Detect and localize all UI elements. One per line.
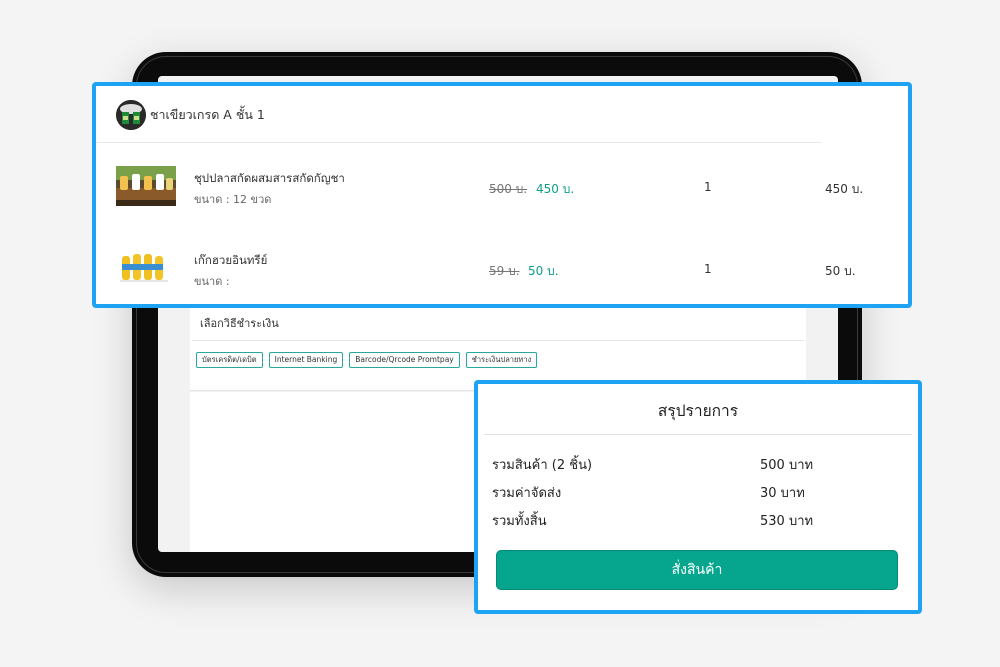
item-total: 50 บ. (825, 264, 856, 278)
product-size: ขนาด : (194, 275, 230, 288)
original-price: 500 บ. (489, 182, 528, 196)
product-name[interactable]: ชุปปลาสกัดผสมสารสกัดกัญชา (194, 170, 345, 188)
payment-option-promptpay[interactable]: Barcode/Qrcode Promtpay (349, 352, 460, 368)
sale-price: 450 บ. (536, 182, 575, 196)
summary-label: รวมค่าจัดส่ง (492, 486, 562, 501)
product-name[interactable]: เก๊กฮวยอินทรีย์ (194, 252, 267, 270)
product-image-icon (116, 248, 176, 288)
quantity[interactable]: 1 (704, 180, 712, 194)
summary-label: รวมสินค้า (2 ชิ้น) (492, 458, 593, 473)
shop-logo-icon (116, 100, 146, 130)
payment-method-title: เลือกวิธีชำระเงิน (200, 317, 279, 330)
shop-name[interactable]: ชาเขียวเกรด A ชั้น 1 (150, 105, 265, 125)
cart-item: เก๊กฮวยอินทรีย์ ขนาด : 59 บ. 50 บ. 1 50 … (96, 248, 904, 308)
payment-option-internet-banking[interactable]: Internet Banking (268, 352, 344, 368)
cart-card: ชาเขียวเกรด A ชั้น 1 ชุปปลาสกัดผสมสารสกั… (92, 82, 912, 308)
payment-option-cod[interactable]: ชำระเงินปลายทาง (465, 352, 538, 368)
product-image-icon (116, 166, 176, 206)
sale-price: 50 บ. (528, 264, 559, 278)
summary-divider (484, 434, 912, 435)
item-total: 450 บ. (825, 182, 864, 196)
payment-panel (190, 300, 806, 391)
payment-options: บัตรเครดิต/เดบิต Internet Banking Barcod… (196, 352, 538, 368)
product-size: ขนาด : 12 ขวด (194, 193, 272, 206)
original-price: 59 บ. (489, 264, 520, 278)
payment-divider (192, 340, 804, 341)
place-order-button[interactable]: สั่งสินค้า (496, 550, 898, 590)
summary-value: 530 บาท (760, 514, 814, 529)
payment-option-card[interactable]: บัตรเครดิต/เดบิต (196, 352, 263, 368)
summary-value: 500 บาท (760, 458, 814, 473)
quantity[interactable]: 1 (704, 262, 712, 276)
cart-item: ชุปปลาสกัดผสมสารสกัดกัญชา ขนาด : 12 ขวด … (96, 166, 904, 226)
summary-value: 30 บาท (760, 486, 805, 501)
summary-title: สรุปรายการ (657, 402, 739, 420)
shop-header: ชาเขียวเกรด A ชั้น 1 (116, 100, 265, 130)
order-summary-card: สรุปรายการ รวมสินค้า (2 ชิ้น) 500 บาท รว… (474, 380, 922, 614)
cart-divider (96, 142, 822, 143)
summary-label: รวมทั้งสิ้น (492, 514, 547, 529)
